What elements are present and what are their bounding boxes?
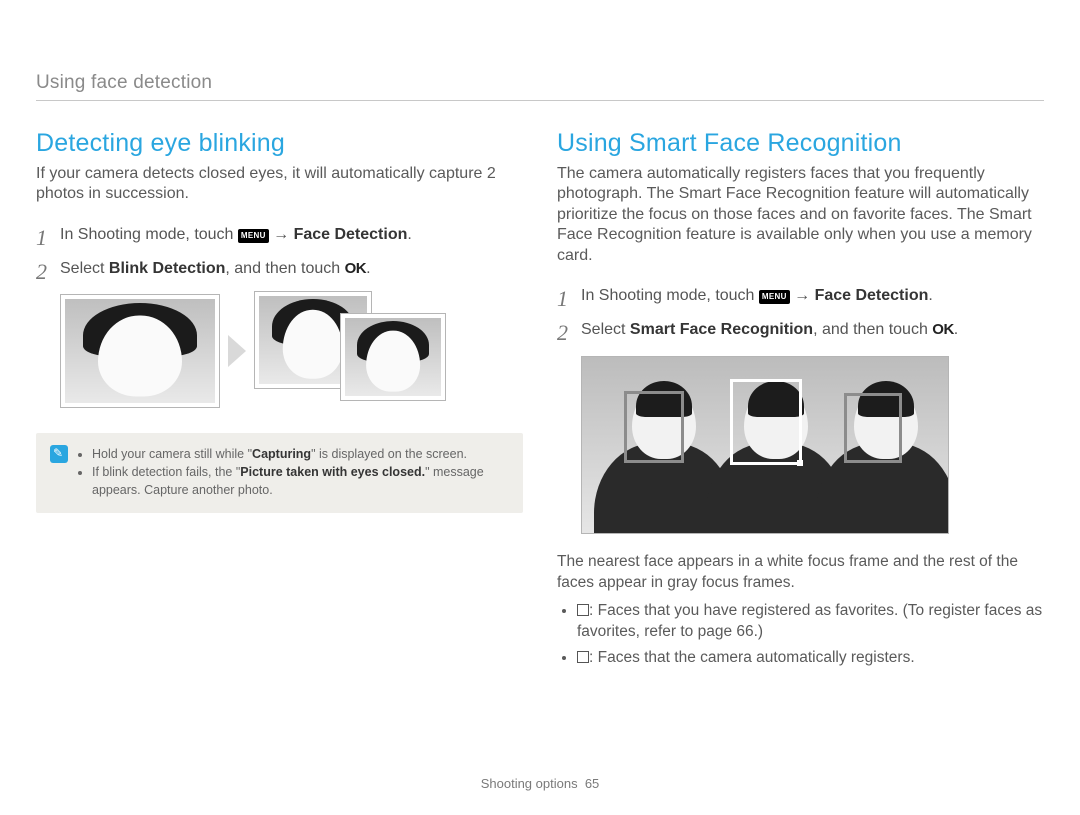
sfr-footnote-item: : Faces that you have registered as favo… [577, 601, 1044, 642]
blink-illustration [60, 291, 523, 411]
note-text: " is displayed on the screen. [311, 447, 467, 461]
section-title-blink: Detecting eye blinking [36, 129, 523, 158]
note-list: Hold your camera still while "Capturing"… [78, 445, 509, 499]
footer-section: Shooting options [481, 776, 578, 791]
sfr-footnotes: The nearest face appears in a white focu… [557, 552, 1044, 668]
sfr-steps: In Shooting mode, touch MENU → Face Dete… [557, 284, 1044, 342]
step-text: → [790, 287, 815, 304]
focus-frame-white [730, 379, 802, 465]
step-bold: Blink Detection [109, 260, 225, 277]
footnote-text: : Faces that the camera automatically re… [589, 649, 915, 666]
note-icon [50, 445, 68, 463]
header-divider [36, 100, 1044, 101]
step-text: Select [60, 260, 109, 277]
left-column: Detecting eye blinking If your camera de… [36, 129, 523, 675]
blink-photo-b [340, 313, 446, 401]
footnote-text: : Faces that you have registered as favo… [577, 602, 1042, 639]
footer-page-number: 65 [585, 776, 599, 791]
running-header: Using face detection [36, 72, 1044, 94]
blink-intro: If your camera detects closed eyes, it w… [36, 164, 523, 205]
ok-icon: OK [345, 260, 367, 277]
focus-frame-gray [844, 393, 902, 463]
page-footer: Shooting options 65 [0, 776, 1080, 791]
menu-icon: MENU [238, 229, 269, 243]
sfr-step-1: In Shooting mode, touch MENU → Face Dete… [557, 284, 1044, 308]
arrow-right-icon [228, 335, 246, 367]
step-bold: Smart Face Recognition [630, 321, 813, 338]
step-text: Select [581, 321, 630, 338]
step-text: , and then touch [813, 321, 932, 338]
blink-photo-pair [254, 291, 454, 411]
step-text: In Shooting mode, touch [581, 287, 759, 304]
step-text: . [366, 260, 370, 277]
right-column: Using Smart Face Recognition The camera … [557, 129, 1044, 675]
step-text: In Shooting mode, touch [60, 226, 238, 243]
sfr-intro: The camera automatically registers faces… [557, 164, 1044, 266]
sfr-footnote-paragraph: The nearest face appears in a white focu… [557, 552, 1044, 593]
sfr-step-2: Select Smart Face Recognition, and then … [557, 318, 1044, 342]
section-title-sfr: Using Smart Face Recognition [557, 129, 1044, 158]
step-bold: Face Detection [815, 287, 929, 304]
focus-dot [797, 460, 803, 466]
square-favorite-icon [577, 604, 589, 616]
menu-icon: MENU [759, 290, 790, 304]
note-box: Hold your camera still while "Capturing"… [36, 433, 523, 513]
sfr-illustration [581, 356, 949, 534]
step-text: , and then touch [225, 260, 344, 277]
step-text: . [928, 287, 932, 304]
blink-photo-before [60, 294, 220, 408]
step-text: . [954, 321, 958, 338]
note-bold: Picture taken with eyes closed. [240, 465, 425, 479]
note-bold: Capturing [252, 447, 311, 461]
step-text: → [269, 226, 294, 243]
note-item: Hold your camera still while "Capturing"… [92, 445, 509, 463]
step-bold: Face Detection [294, 226, 408, 243]
focus-frame-gray [624, 391, 684, 463]
square-auto-icon [577, 651, 589, 663]
note-text: Hold your camera still while " [92, 447, 252, 461]
blink-step-1: In Shooting mode, touch MENU → Face Dete… [36, 223, 523, 247]
step-text: . [407, 226, 411, 243]
note-text: If blink detection fails, the " [92, 465, 240, 479]
note-item: If blink detection fails, the "Picture t… [92, 463, 509, 499]
two-column-layout: Detecting eye blinking If your camera de… [36, 129, 1044, 675]
sfr-footnote-list: : Faces that you have registered as favo… [557, 601, 1044, 668]
sfr-footnote-item: : Faces that the camera automatically re… [577, 648, 1044, 668]
blink-step-2: Select Blink Detection, and then touch O… [36, 257, 523, 281]
blink-steps: In Shooting mode, touch MENU → Face Dete… [36, 223, 523, 281]
ok-icon: OK [932, 321, 954, 338]
